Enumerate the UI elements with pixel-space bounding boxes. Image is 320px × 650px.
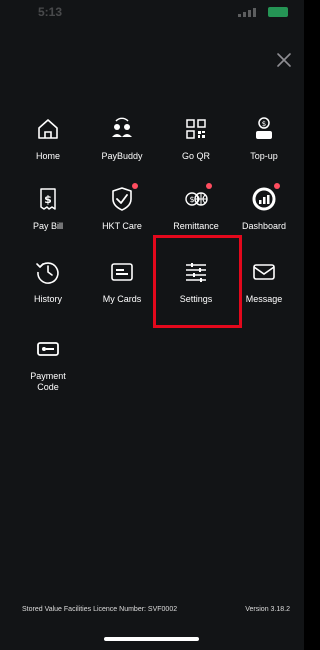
menu-item-history[interactable]: History <box>10 258 86 305</box>
menu-item-my-cards[interactable]: My Cards <box>84 258 160 305</box>
menu-item-payment-code[interactable]: Payment Code <box>10 335 86 393</box>
version-text: Version 3.18.2 <box>245 606 290 613</box>
shield-check-icon <box>108 183 138 213</box>
menu-item-go-qr[interactable]: Go QR <box>158 115 234 162</box>
menu-item-label: Top-up <box>250 151 278 161</box>
svg-text:$: $ <box>262 120 266 128</box>
menu-item-label: PayBuddy <box>101 151 143 161</box>
menu-grid: Home PayBuddy Go QR $ Top-up $ Pay Bill … <box>0 0 304 460</box>
cards-icon <box>108 258 136 286</box>
menu-item-label: Dashboard <box>241 221 287 231</box>
menu-item-label: Pay Bill <box>32 221 63 231</box>
menu-item-label: My Cards <box>102 294 142 304</box>
menu-item-hkt-care[interactable]: HKT Care <box>84 183 160 232</box>
menu-item-label: HKT Care <box>102 221 142 231</box>
remittance-icon: $ <box>182 183 212 213</box>
menu-item-pay-bill[interactable]: $ Pay Bill <box>10 185 86 232</box>
paybuddy-icon <box>108 115 136 143</box>
menu-item-dashboard[interactable]: Dashboard <box>226 183 302 232</box>
menu-item-label: History <box>33 294 62 304</box>
svg-text:$: $ <box>189 195 194 204</box>
svg-text:$: $ <box>44 193 52 206</box>
menu-item-paybuddy[interactable]: PayBuddy <box>84 115 160 162</box>
pay-bill-icon: $ <box>34 185 62 213</box>
settings-highlight-box <box>153 235 242 328</box>
menu-item-remittance[interactable]: $ Remittance <box>158 183 234 232</box>
notification-dot <box>274 183 280 189</box>
menu-item-top-up[interactable]: $ Top-up <box>226 115 302 162</box>
dashboard-icon <box>250 183 280 213</box>
app-screen: 5:13 Home PayBuddy Go QR $ Top-up $ Pay … <box>0 0 304 650</box>
notification-dot <box>206 183 212 189</box>
message-icon <box>250 258 278 286</box>
topup-icon: $ <box>250 115 278 143</box>
history-icon <box>34 258 62 286</box>
home-icon <box>34 115 62 143</box>
licence-text: Stored Value Facilities Licence Number: … <box>22 606 178 613</box>
payment-code-icon <box>34 335 62 363</box>
menu-item-label: Remittance <box>173 221 219 231</box>
menu-item-home[interactable]: Home <box>10 115 86 162</box>
menu-item-label: Payment Code <box>30 371 66 392</box>
menu-item-label: Home <box>35 151 60 161</box>
notification-dot <box>132 183 138 189</box>
menu-item-label: Go QR <box>181 151 210 161</box>
qr-icon <box>182 115 210 143</box>
home-indicator[interactable] <box>104 637 199 641</box>
